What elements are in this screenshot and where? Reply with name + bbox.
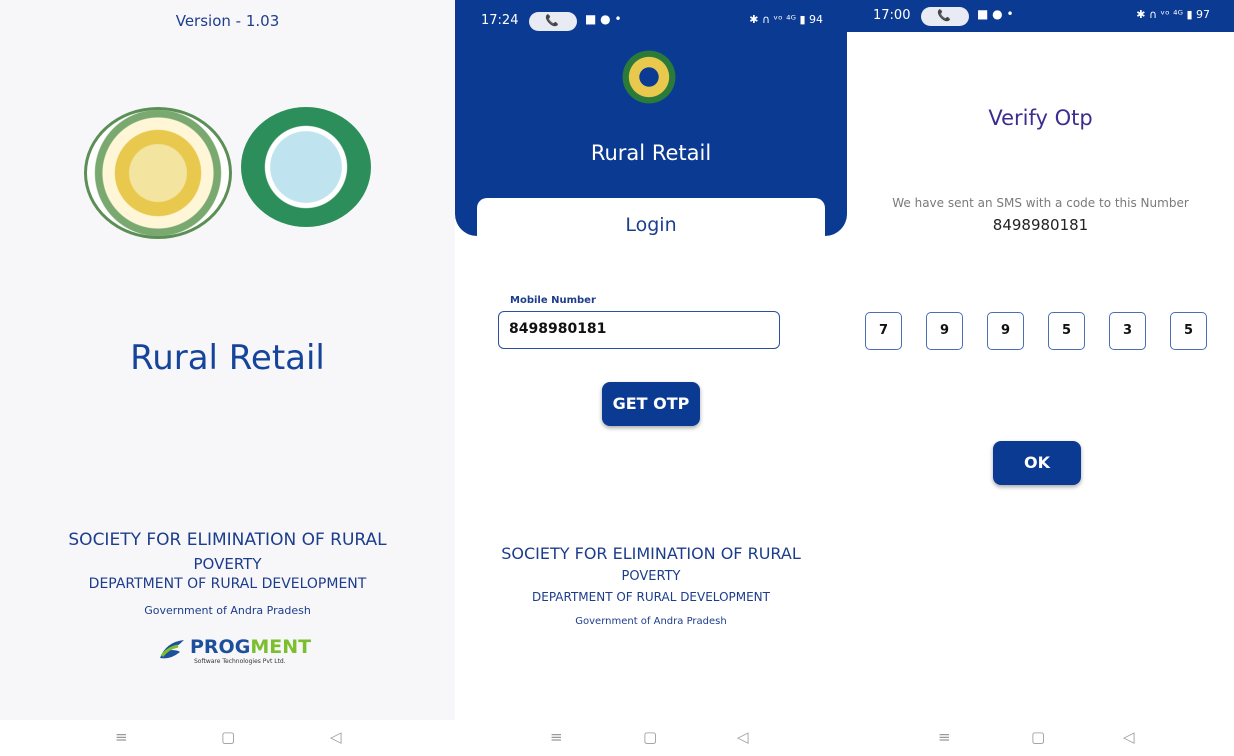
logo-tagline: Software Technologies Pvt Ltd. <box>194 658 286 665</box>
app-title: Rural Retail <box>130 338 325 378</box>
phone-number: 8498980181 <box>992 216 1089 234</box>
progment-leaf-icon <box>160 640 184 659</box>
ongoing-call-chip[interactable]: 📞 <box>921 7 969 26</box>
home-icon[interactable]: ▢ <box>221 728 235 746</box>
login-card: Login <box>477 198 825 512</box>
ok-button[interactable]: OK <box>993 441 1081 485</box>
status-system-icons: ✱ ∩ ᵛᵒ ⁴ᴳ ▮ 97 <box>1136 8 1210 21</box>
get-otp-button[interactable]: GET OTP <box>602 382 700 426</box>
status-system-icons: ✱ ∩ ᵛᵒ ⁴ᴳ ▮ 94 <box>749 13 823 26</box>
back-icon[interactable]: ◁ <box>1123 728 1135 746</box>
ongoing-call-chip[interactable]: 📞 <box>529 12 577 31</box>
phone-icon: 📞 <box>545 14 559 27</box>
login-screen: 17:24 📞 ■ ● • ✱ ∩ ᵛᵒ ⁴ᴳ ▮ 94 Rural Retai… <box>455 0 847 720</box>
login-title: Login <box>625 214 677 236</box>
department-name: DEPARTMENT OF RURAL DEVELOPMENT <box>88 576 367 592</box>
nav-bar: ≡ ▢ ◁ <box>0 720 455 756</box>
org-name-line1: SOCIETY FOR ELIMINATION OF RURAL <box>68 530 387 550</box>
otp-digit-input[interactable]: 5 <box>1048 312 1085 350</box>
otp-digit-input[interactable]: 9 <box>987 312 1024 350</box>
home-icon[interactable]: ▢ <box>1031 728 1045 746</box>
department-name: DEPARTMENT OF RURAL DEVELOPMENT <box>532 590 770 604</box>
government-name: Government of Andra Pradesh <box>144 604 311 617</box>
ysr-scheme-logo-icon <box>241 107 371 227</box>
org-name-line2: POVERTY <box>621 569 681 584</box>
splash-screen: Version - 1.03 Rural Retail SOCIETY FOR … <box>0 0 455 720</box>
org-name-line1: SOCIETY FOR ELIMINATION OF RURAL <box>501 544 801 563</box>
logo-wordmark: PROGMENT <box>190 636 312 658</box>
back-icon[interactable]: ◁ <box>330 728 342 746</box>
mobile-number-label: Mobile Number <box>510 295 596 306</box>
otp-digit-input[interactable]: 5 <box>1170 312 1207 350</box>
app-title: Rural Retail <box>590 141 712 165</box>
notification-icons: ■ ● • <box>977 7 1014 21</box>
government-name: Government of Andra Pradesh <box>575 616 727 627</box>
menu-icon[interactable]: ≡ <box>938 728 951 746</box>
verify-otp-screen: 17:00 📞 ■ ● • ✱ ∩ ᵛᵒ ⁴ᴳ ▮ 97 Verify Otp … <box>847 0 1234 720</box>
otp-digit-input[interactable]: 7 <box>865 312 902 350</box>
progment-logo: PROGMENT Software Technologies Pvt Ltd. <box>158 634 311 666</box>
phone-icon: 📞 <box>937 9 951 22</box>
status-time: 17:24 <box>481 13 519 28</box>
status-bar: 17:00 📞 ■ ● • ✱ ∩ ᵛᵒ ⁴ᴳ ▮ 97 <box>847 0 1234 32</box>
ap-state-emblem-icon <box>84 107 232 239</box>
verify-otp-title: Verify Otp <box>988 106 1093 130</box>
otp-digit-input[interactable]: 9 <box>926 312 963 350</box>
menu-icon[interactable]: ≡ <box>115 728 128 746</box>
ap-state-emblem-icon <box>612 40 686 114</box>
version-label: Version - 1.03 <box>175 12 280 30</box>
otp-digit-input[interactable]: 3 <box>1109 312 1146 350</box>
status-bar: 17:24 📞 ■ ● • ✱ ∩ ᵛᵒ ⁴ᴳ ▮ 94 <box>455 0 847 44</box>
sms-sent-message: We have sent an SMS with a code to this … <box>892 196 1189 210</box>
mobile-number-input[interactable]: 8498980181 <box>498 311 780 349</box>
org-name-line2: POVERTY <box>193 555 262 573</box>
nav-bar: ≡ ▢ ◁ <box>455 720 847 756</box>
menu-icon[interactable]: ≡ <box>550 728 563 746</box>
back-icon[interactable]: ◁ <box>737 728 749 746</box>
status-time: 17:00 <box>873 8 911 23</box>
notification-icons: ■ ● • <box>585 12 622 26</box>
home-icon[interactable]: ▢ <box>643 728 657 746</box>
nav-bar: ≡ ▢ ◁ <box>847 720 1234 756</box>
